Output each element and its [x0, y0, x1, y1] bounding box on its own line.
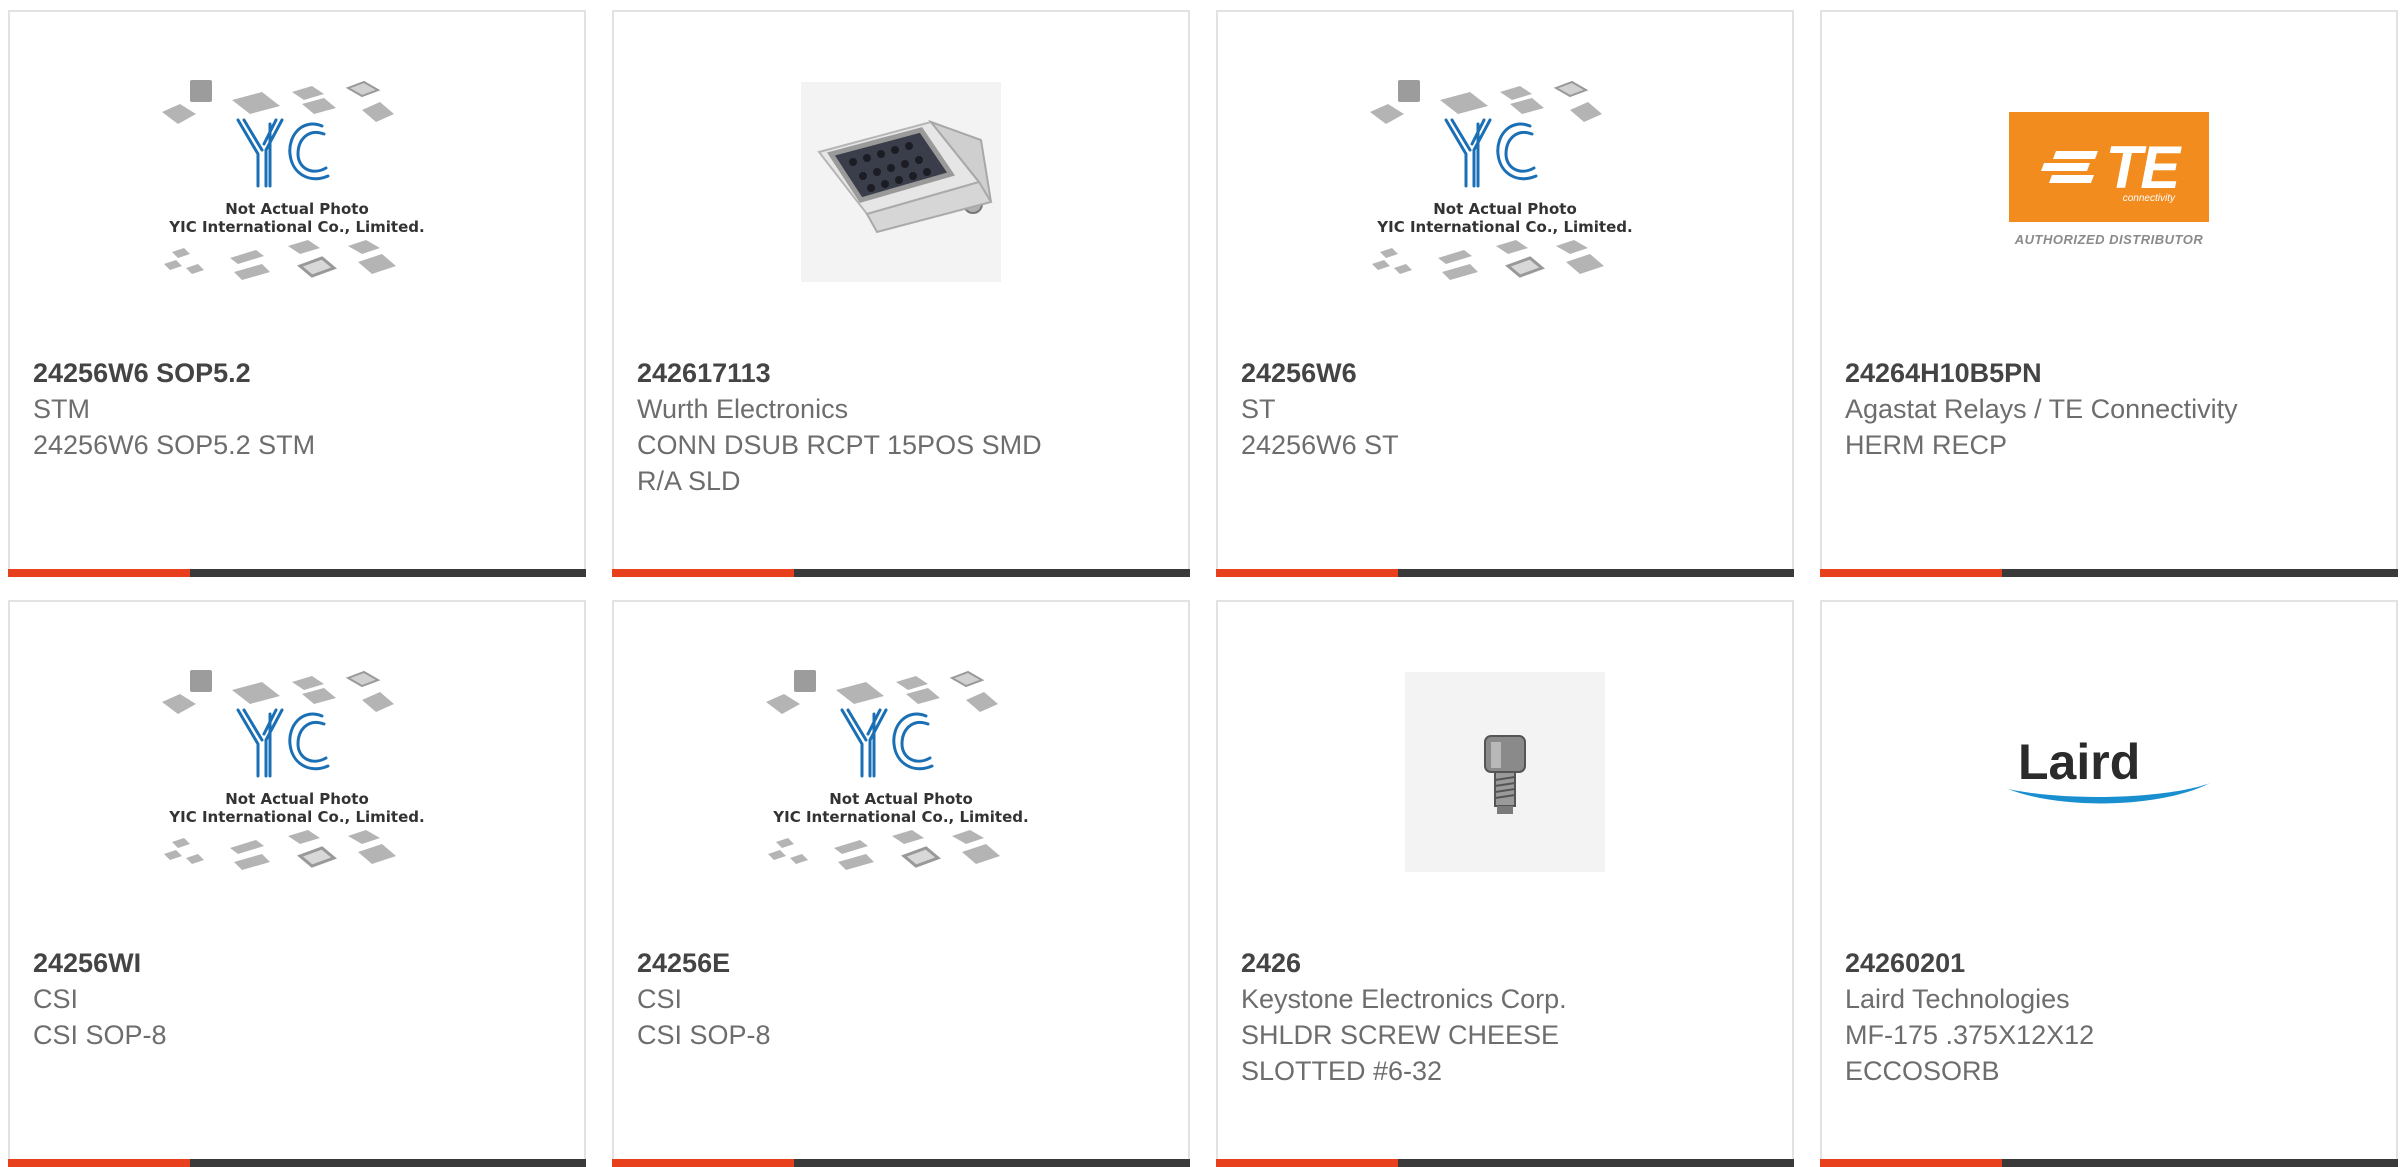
card-footer-bar	[8, 569, 586, 577]
product-card[interactable]: Not Actual Photo YIC International Co., …	[1216, 10, 1794, 577]
product-image[interactable]	[614, 12, 1188, 352]
product-image[interactable]: TE connectivity AUTHORIZED DISTRIBUTOR	[1822, 12, 2396, 352]
card-footer-bar	[8, 1159, 586, 1167]
description: 24256W6 ST	[1241, 430, 1399, 460]
card-footer-accent	[8, 569, 190, 577]
description: CSI SOP-8	[637, 1020, 771, 1050]
manufacturer: STM	[33, 394, 90, 424]
placeholder-line-1: Not Actual Photo	[225, 200, 369, 218]
manufacturer: Keystone Electronics Corp.	[1241, 984, 1567, 1014]
product-image[interactable]: Not Actual Photo YIC International Co., …	[10, 602, 584, 942]
yic-placeholder-image: Not Actual Photo YIC International Co., …	[1360, 62, 1650, 302]
description: HERM RECP	[1845, 430, 2008, 460]
manufacturer: Laird Technologies	[1845, 984, 2070, 1014]
dsub-connector-photo	[801, 82, 1001, 282]
card-footer-bar	[1216, 1159, 1794, 1167]
description: CSI SOP-8	[33, 1020, 167, 1050]
product-image[interactable]: Laird	[1822, 602, 2396, 942]
card-footer-accent	[1820, 569, 2002, 577]
part-number[interactable]: 24256W6 SOP5.2	[33, 355, 564, 391]
part-number[interactable]: 24264H10B5PN	[1845, 355, 2376, 391]
te-authorized-distributor: AUTHORIZED DISTRIBUTOR	[2014, 232, 2204, 247]
card-footer-bar	[1216, 569, 1794, 577]
product-image[interactable]: Not Actual Photo YIC International Co., …	[614, 602, 1188, 942]
manufacturer: ST	[1241, 394, 1276, 424]
laird-logo: Laird	[2004, 727, 2214, 817]
te-logo-sub: connectivity	[2122, 193, 2175, 204]
screw-photo	[1405, 672, 1605, 872]
te-logo-word: TE	[2105, 133, 2181, 201]
card-footer-accent	[8, 1159, 190, 1167]
placeholder-line-2: YIC International Co., Limited.	[169, 808, 425, 826]
description: MF-175 .375X12X12 ECCOSORB	[1845, 1020, 2095, 1086]
product-card[interactable]: 242617113 Wurth Electronics CONN DSUB RC…	[612, 10, 1190, 577]
description: SHLDR SCREW CHEESE SLOTTED #6-32	[1241, 1020, 1560, 1086]
part-number[interactable]: 24256WI	[33, 945, 564, 981]
part-number[interactable]: 24256W6	[1241, 355, 1772, 391]
product-card[interactable]: Not Actual Photo YIC International Co., …	[612, 600, 1190, 1167]
product-image[interactable]	[1218, 602, 1792, 942]
part-number[interactable]: 24256E	[637, 945, 1168, 981]
part-number[interactable]: 2426	[1241, 945, 1772, 981]
yic-placeholder-image: Not Actual Photo YIC International Co., …	[152, 62, 442, 302]
card-footer-bar	[1820, 569, 2398, 577]
product-image[interactable]: Not Actual Photo YIC International Co., …	[10, 12, 584, 352]
card-footer-accent	[1820, 1159, 2002, 1167]
part-number[interactable]: 242617113	[637, 355, 1168, 391]
yic-placeholder-image: Not Actual Photo YIC International Co., …	[152, 652, 442, 892]
te-connectivity-logo: TE connectivity AUTHORIZED DISTRIBUTOR	[2009, 112, 2209, 252]
card-footer-accent	[612, 569, 794, 577]
placeholder-line-1: Not Actual Photo	[225, 790, 369, 808]
product-card[interactable]: Not Actual Photo YIC International Co., …	[8, 10, 586, 577]
placeholder-line-1: Not Actual Photo	[829, 790, 973, 808]
description: CONN DSUB RCPT 15POS SMD R/A SLD	[637, 430, 1042, 496]
placeholder-line-2: YIC International Co., Limited.	[1377, 218, 1633, 236]
yic-placeholder-image: Not Actual Photo YIC International Co., …	[756, 652, 1046, 892]
placeholder-line-2: YIC International Co., Limited.	[773, 808, 1029, 826]
product-card[interactable]: TE connectivity AUTHORIZED DISTRIBUTOR 2…	[1820, 10, 2398, 577]
manufacturer: CSI	[637, 984, 683, 1014]
card-footer-bar	[1820, 1159, 2398, 1167]
manufacturer: CSI	[33, 984, 79, 1014]
part-number[interactable]: 24260201	[1845, 945, 2376, 981]
description: 24256W6 SOP5.2 STM	[33, 430, 316, 460]
manufacturer: Wurth Electronics	[637, 394, 849, 424]
product-grid: Not Actual Photo YIC International Co., …	[0, 0, 2400, 1167]
card-footer-bar	[612, 1159, 1190, 1167]
placeholder-line-1: Not Actual Photo	[1433, 200, 1577, 218]
placeholder-line-2: YIC International Co., Limited.	[169, 218, 425, 236]
product-card[interactable]: 2426 Keystone Electronics Corp. SHLDR SC…	[1216, 600, 1794, 1167]
card-footer-accent	[612, 1159, 794, 1167]
card-footer-accent	[1216, 1159, 1398, 1167]
card-footer-accent	[1216, 569, 1398, 577]
card-footer-bar	[612, 569, 1190, 577]
product-card[interactable]: Not Actual Photo YIC International Co., …	[8, 600, 586, 1167]
product-card[interactable]: Laird 24260201 Laird Technologies MF-175…	[1820, 600, 2398, 1167]
product-image[interactable]: Not Actual Photo YIC International Co., …	[1218, 12, 1792, 352]
manufacturer: Agastat Relays / TE Connectivity	[1845, 394, 2238, 424]
